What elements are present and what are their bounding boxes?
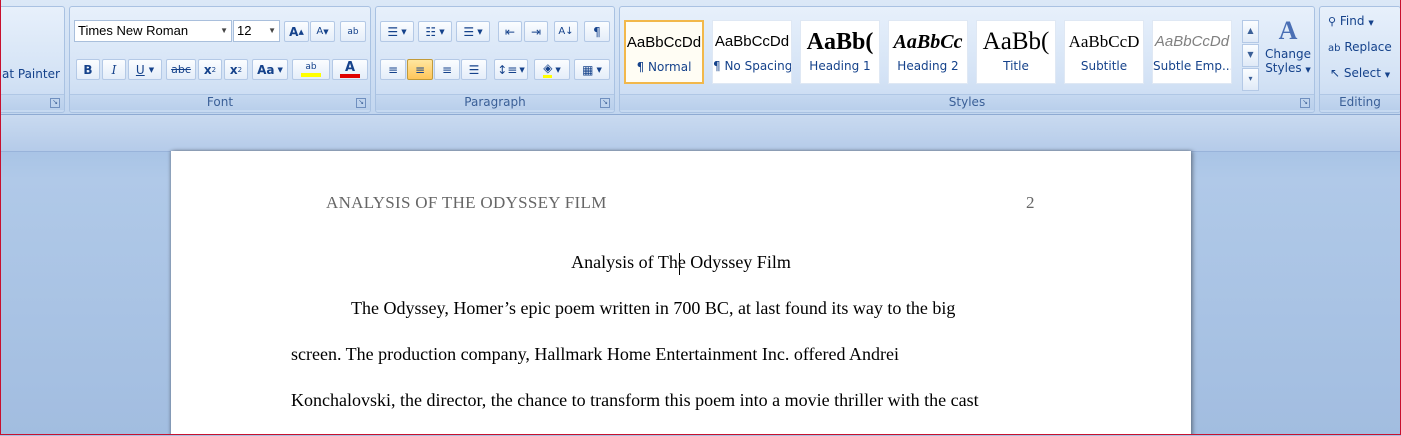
page-header[interactable]: ANALYSIS OF THE ODYSSEY FILM bbox=[326, 193, 607, 213]
subscript-button[interactable]: x2 bbox=[198, 59, 222, 80]
increase-indent-button[interactable]: ⇥ bbox=[524, 21, 548, 42]
underline-button[interactable]: U ▼ bbox=[128, 59, 162, 80]
chevron-down-icon: ▼ bbox=[220, 26, 228, 35]
justify-icon: ☰ bbox=[468, 62, 480, 77]
grow-font-button[interactable]: A ▲ bbox=[284, 21, 309, 42]
bullets-button[interactable]: ☰ ▼ bbox=[380, 21, 414, 42]
replace-icon: ab bbox=[1328, 43, 1341, 54]
ruler-band bbox=[1, 115, 1400, 152]
bold-button[interactable]: B bbox=[76, 59, 100, 80]
styles-gallery-scroll: ▲ ▼ ▾ bbox=[1242, 20, 1259, 91]
superscript-button[interactable]: x2 bbox=[224, 59, 248, 80]
numbering-icon: ☷ bbox=[425, 24, 437, 39]
document-page[interactable]: ANALYSIS OF THE ODYSSEY FILM 2 Analysis … bbox=[171, 151, 1191, 434]
more-styles-icon[interactable]: ▾ bbox=[1242, 68, 1259, 91]
justify-button[interactable]: ☰ bbox=[461, 59, 487, 80]
paragraph-line[interactable]: The Odyssey, Homer’s epic poem written i… bbox=[351, 298, 955, 319]
select-button[interactable]: ↖ Select ▼ bbox=[1330, 66, 1390, 80]
text-cursor bbox=[679, 253, 680, 275]
style-heading-2[interactable]: AaBbCc Heading 2 bbox=[888, 20, 968, 84]
paragraph-line[interactable]: Konchalovski, the director, the chance t… bbox=[291, 390, 979, 411]
sort-button[interactable]: A↓ bbox=[554, 21, 578, 42]
format-painter-button[interactable]: at Painter bbox=[2, 67, 60, 81]
binoculars-icon: ⚲ bbox=[1328, 15, 1337, 28]
borders-icon: ▦ bbox=[582, 62, 594, 77]
borders-button[interactable]: ▦ ▼ bbox=[574, 59, 610, 80]
paragraph-launcher-icon[interactable]: ↘ bbox=[600, 98, 610, 108]
align-left-icon: ≡ bbox=[387, 62, 399, 77]
italic-button[interactable]: I bbox=[102, 59, 126, 80]
font-color-button[interactable]: A bbox=[332, 59, 368, 80]
chevron-up-icon[interactable]: ▲ bbox=[1242, 20, 1259, 43]
style-no-spacing[interactable]: AaBbCcDd ¶ No Spacing bbox=[712, 20, 792, 84]
clear-formatting-icon: ab bbox=[347, 26, 359, 37]
font-size-field[interactable]: 12 ▼ bbox=[233, 20, 280, 42]
change-case-button[interactable]: Aa ▼ bbox=[252, 59, 288, 80]
ribbon: at Painter ↘ Times New Roman ▼ 12 ▼ A ▲ A… bbox=[1, 0, 1400, 115]
paragraph-group-label: Paragraph bbox=[376, 94, 614, 110]
font-launcher-icon[interactable]: ↘ bbox=[356, 98, 366, 108]
align-right-icon: ≡ bbox=[441, 62, 453, 77]
line-spacing-button[interactable]: ↕≡ ▼ bbox=[494, 59, 528, 80]
find-button[interactable]: ⚲ Find ▼ bbox=[1328, 14, 1374, 28]
multilevel-list-icon: ☰ bbox=[463, 24, 475, 39]
styles-group: AaBbCcDd ¶ Normal AaBbCcDd ¶ No Spacing … bbox=[619, 6, 1315, 113]
align-center-button[interactable]: ≡ bbox=[407, 59, 433, 80]
shrink-font-button[interactable]: A ▼ bbox=[310, 21, 335, 42]
highlight-button[interactable]: ab bbox=[292, 59, 330, 80]
chevron-down-icon[interactable]: ▼ bbox=[1242, 44, 1259, 67]
paragraph-line[interactable]: screen. The production company, Hallmark… bbox=[291, 344, 899, 365]
align-left-button[interactable]: ≡ bbox=[380, 59, 406, 80]
word-window: at Painter ↘ Times New Roman ▼ 12 ▼ A ▲ A… bbox=[0, 0, 1401, 435]
style-heading-1[interactable]: AaBb( Heading 1 bbox=[800, 20, 880, 84]
increase-indent-icon: ⇥ bbox=[530, 24, 542, 39]
paragraph-group: ☰ ▼ ☷ ▼ ☰ ▼ ⇤ ⇥ A↓ ¶ ≡ ≡ ≡ ☰ ↕≡ ▼ ◈ ▼ ▦ ▼ Para… bbox=[375, 6, 615, 113]
font-name-field[interactable]: Times New Roman ▼ bbox=[74, 20, 232, 42]
shading-button[interactable]: ◈ ▼ bbox=[534, 59, 570, 80]
numbering-button[interactable]: ☷ ▼ bbox=[418, 21, 452, 42]
multilevel-list-button[interactable]: ☰ ▼ bbox=[456, 21, 490, 42]
show-formatting-button[interactable]: ¶ bbox=[584, 21, 610, 42]
font-group-label: Font bbox=[70, 94, 370, 110]
highlight-icon: ab bbox=[305, 62, 317, 72]
align-right-button[interactable]: ≡ bbox=[434, 59, 460, 80]
styles-group-label: Styles bbox=[620, 94, 1314, 110]
font-color-icon: A bbox=[344, 60, 356, 75]
line-spacing-icon: ↕≡ bbox=[497, 62, 518, 77]
style-subtle-emphasis[interactable]: AaBbCcDd Subtle Emp... bbox=[1152, 20, 1232, 84]
clear-formatting-button[interactable]: ab bbox=[340, 21, 366, 42]
strikethrough-button[interactable]: abc bbox=[166, 59, 196, 80]
font-group: Times New Roman ▼ 12 ▼ A ▲ A ▼ ab B I U ▼ a… bbox=[69, 6, 371, 113]
chevron-down-icon: ▼ bbox=[268, 26, 276, 35]
clipboard-group: at Painter ↘ bbox=[1, 6, 65, 113]
style-title[interactable]: AaBb( Title bbox=[976, 20, 1056, 84]
cursor-arrow-icon: ↖ bbox=[1330, 66, 1341, 80]
decrease-indent-button[interactable]: ⇤ bbox=[498, 21, 522, 42]
style-normal[interactable]: AaBbCcDd ¶ Normal bbox=[624, 20, 704, 84]
styles-launcher-icon[interactable]: ↘ bbox=[1300, 98, 1310, 108]
replace-button[interactable]: ab Replace bbox=[1328, 40, 1392, 54]
paint-bucket-icon: ◈ bbox=[543, 61, 553, 78]
document-title[interactable]: Analysis of The Odyssey Film bbox=[171, 252, 1191, 273]
bullets-icon: ☰ bbox=[387, 24, 399, 39]
editing-group-label: Editing bbox=[1320, 94, 1400, 110]
style-subtitle[interactable]: AaBbCcD Subtitle bbox=[1064, 20, 1144, 84]
decrease-indent-icon: ⇤ bbox=[504, 24, 516, 39]
editing-group: ⚲ Find ▼ ab Replace ↖ Select ▼ Editing bbox=[1319, 6, 1400, 113]
page-number[interactable]: 2 bbox=[1026, 193, 1035, 213]
change-styles-button[interactable]: A Change Styles ▼ bbox=[1264, 15, 1312, 91]
change-styles-icon: A bbox=[1278, 16, 1298, 45]
align-center-icon: ≡ bbox=[414, 62, 426, 77]
pilcrow-icon: ¶ bbox=[593, 24, 601, 39]
sort-icon: A↓ bbox=[558, 26, 574, 37]
format-painter-label: at Painter bbox=[2, 67, 60, 81]
clipboard-launcher-icon[interactable]: ↘ bbox=[50, 98, 60, 108]
